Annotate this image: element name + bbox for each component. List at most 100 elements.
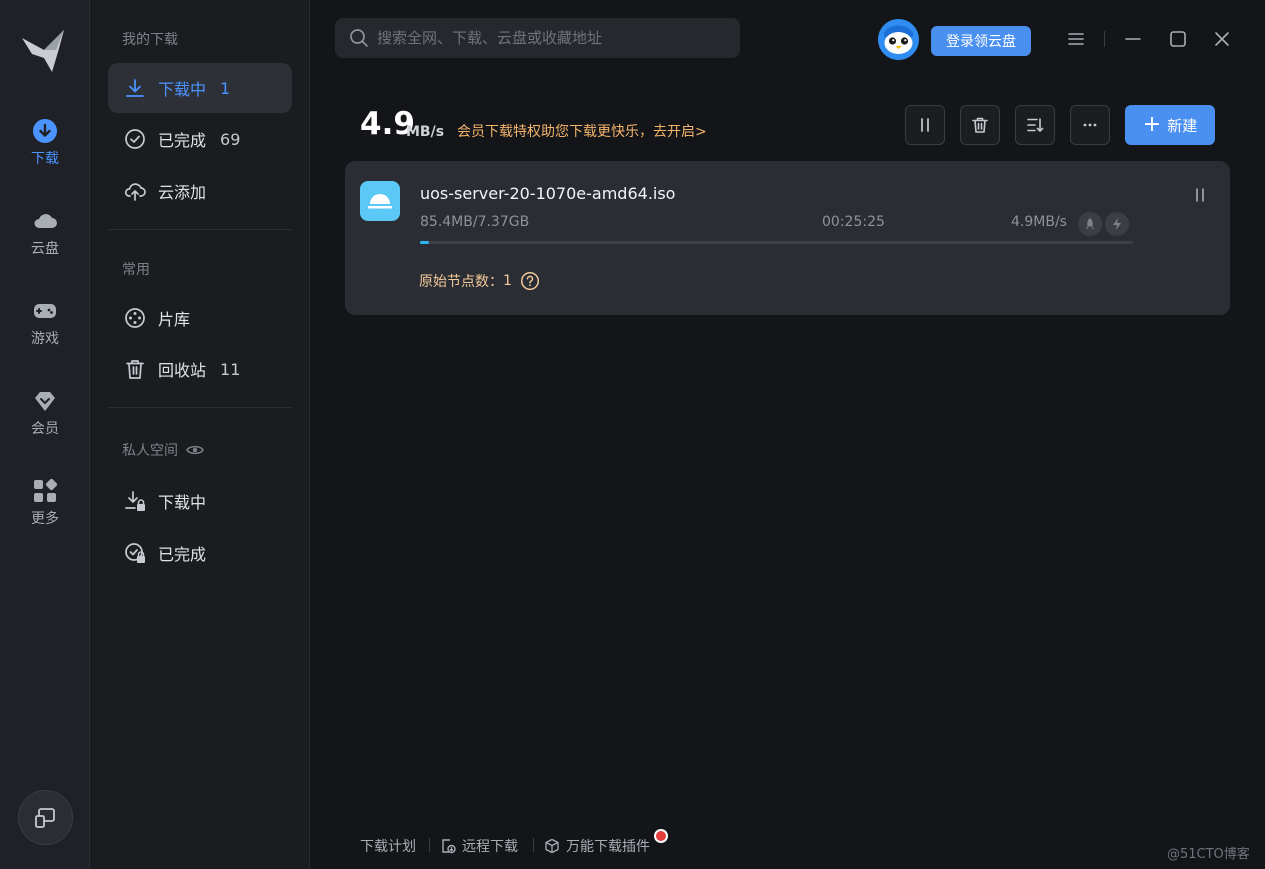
app-logo-icon	[22, 30, 64, 72]
rail-item-download[interactable]: 下载	[0, 118, 90, 188]
task-pause-button[interactable]	[1188, 183, 1212, 207]
close-icon	[1215, 32, 1229, 46]
maximize-button[interactable]	[1166, 27, 1190, 51]
more-dots-icon	[1083, 123, 1097, 127]
remote-download-link[interactable]: 远程下载	[440, 836, 518, 856]
sidebar-item-label: 已完成	[158, 545, 207, 564]
trash-icon	[126, 360, 144, 379]
sidebar-item-recycle[interactable]: 回收站 11	[108, 344, 292, 394]
task-source-nodes: 原始节点数： 1	[419, 271, 540, 291]
section-heading-private: 私人空间	[122, 440, 204, 460]
device-icon	[34, 807, 55, 828]
task-file-name: uos-server-20-1070e-amd64.iso	[420, 184, 676, 203]
left-rail: 下载 云盘 游戏 会员 更多	[0, 0, 90, 869]
menu-button[interactable]	[1064, 27, 1088, 51]
sidebar: 我的下载 下载中 1 已完成 69 云添加 常用 片库 回收站 11 私人空间 …	[90, 0, 310, 869]
rocket-boost-button[interactable]	[1078, 212, 1102, 236]
maximize-icon	[1170, 31, 1186, 47]
sidebar-divider	[108, 407, 292, 408]
download-plan-label: 下载计划	[360, 839, 416, 855]
lightning-icon	[1113, 218, 1121, 230]
vip-promo-link[interactable]: 会员下载特权助您下载更快乐，去开启>	[457, 121, 707, 141]
avatar[interactable]	[878, 19, 919, 60]
login-button[interactable]: 登录领云盘	[931, 26, 1031, 56]
download-plugin-link[interactable]: 万能下载插件	[544, 836, 650, 856]
task-remaining-time: 00:25:25	[822, 214, 885, 230]
cube-icon	[545, 838, 559, 854]
remote-download-icon	[442, 839, 456, 854]
apps-icon	[34, 478, 58, 502]
sort-button[interactable]	[1015, 105, 1055, 145]
sidebar-item-label: 已完成	[158, 131, 207, 150]
rail-label: 更多	[31, 511, 59, 527]
watermark: @51CTO博客	[1167, 847, 1250, 862]
help-circle-icon[interactable]	[520, 271, 540, 291]
film-reel-icon	[125, 308, 145, 328]
close-button[interactable]	[1210, 27, 1234, 51]
sidebar-item-count: 69	[220, 129, 241, 149]
task-progress-bar	[420, 241, 1133, 244]
rail-item-cloud[interactable]: 云盘	[0, 208, 90, 278]
task-size-progress: 85.4MB/7.37GB	[420, 214, 530, 230]
more-options-button[interactable]	[1070, 105, 1110, 145]
sidebar-item-private-completed[interactable]: 已完成	[108, 528, 292, 578]
rail-item-game[interactable]: 游戏	[0, 298, 90, 368]
eye-icon[interactable]	[186, 443, 204, 457]
sidebar-divider	[108, 229, 292, 230]
menu-icon	[1068, 33, 1084, 45]
sidebar-item-count: 11	[220, 359, 241, 379]
pause-icon	[1196, 188, 1204, 202]
sidebar-item-library[interactable]: 片库	[108, 293, 292, 343]
sidebar-item-completed[interactable]: 已完成 69	[108, 114, 292, 164]
section-heading-downloads: 我的下载	[122, 32, 178, 48]
bottom-divider	[429, 838, 430, 852]
sidebar-item-private-downloading[interactable]: 下载中	[108, 476, 292, 526]
pause-icon	[921, 118, 929, 132]
mascot-avatar-icon	[878, 19, 919, 60]
download-task-card[interactable]: uos-server-20-1070e-amd64.iso 85.4MB/7.3…	[345, 161, 1230, 315]
window-controls-divider	[1104, 31, 1105, 47]
rocket-icon	[1086, 218, 1094, 230]
section-heading-common: 常用	[122, 262, 150, 278]
sidebar-item-label: 回收站	[158, 361, 207, 380]
download-icon	[33, 119, 57, 143]
locked-download-icon	[125, 491, 145, 511]
section-heading-private-label: 私人空间	[122, 443, 178, 459]
locked-check-icon	[125, 543, 145, 563]
sidebar-item-label: 云添加	[158, 183, 207, 202]
sort-icon	[1027, 118, 1044, 132]
search-box[interactable]	[335, 18, 740, 58]
app-window: 下载 云盘 游戏 会员 更多 我的下载 下载中 1 已完成 69 云添加 常用 …	[0, 0, 1265, 869]
minimize-button[interactable]	[1121, 27, 1145, 51]
download-plugin-label: 万能下载插件	[566, 839, 650, 855]
disc-image-file-icon	[360, 181, 400, 221]
delete-button[interactable]	[960, 105, 1000, 145]
rail-label: 会员	[31, 421, 59, 437]
accelerate-button[interactable]	[1105, 212, 1129, 236]
device-button[interactable]	[18, 790, 73, 845]
sidebar-item-count: 1	[220, 78, 231, 98]
rail-item-vip[interactable]: 会员	[0, 388, 90, 458]
gamepad-icon	[34, 304, 56, 318]
sidebar-item-label: 下载中	[158, 493, 207, 512]
remote-download-label: 远程下载	[462, 839, 518, 855]
pause-all-button[interactable]	[905, 105, 945, 145]
plus-icon: +	[1142, 112, 1162, 137]
sidebar-item-cloud-add[interactable]: 云添加	[108, 166, 292, 216]
sidebar-item-label: 下载中	[158, 80, 207, 99]
new-task-button[interactable]: + 新建	[1125, 105, 1215, 145]
sidebar-item-label: 片库	[158, 310, 191, 329]
rail-label: 下载	[31, 151, 59, 167]
check-circle-icon	[125, 129, 145, 149]
download-plan-link[interactable]: 下载计划	[360, 836, 416, 856]
notification-dot	[654, 829, 668, 843]
sidebar-item-downloading[interactable]: 下载中 1	[108, 63, 292, 113]
rail-item-more[interactable]: 更多	[0, 478, 90, 548]
rail-label: 云盘	[31, 241, 59, 257]
task-speed: 4.9MB/s	[1011, 214, 1067, 230]
total-speed-unit: MB/s	[406, 124, 445, 140]
search-input[interactable]	[377, 29, 740, 47]
cloud-icon	[34, 214, 57, 228]
rail-label: 游戏	[31, 331, 59, 347]
new-task-label: 新建	[1167, 116, 1198, 135]
